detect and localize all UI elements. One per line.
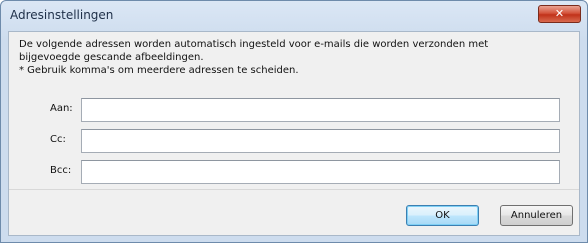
bcc-label: Bcc: — [50, 165, 72, 176]
bcc-input[interactable] — [81, 160, 560, 184]
description-text: De volgende adressen worden automatisch … — [19, 38, 564, 77]
bcc-field-row: Bcc: — [9, 160, 581, 184]
to-label: Aan: — [50, 103, 73, 114]
cc-field-row: Cc: — [9, 129, 581, 153]
separator — [9, 189, 579, 190]
cancel-button[interactable]: Annuleren — [500, 205, 573, 226]
cc-input[interactable] — [81, 129, 560, 153]
ok-button[interactable]: OK — [406, 205, 479, 226]
to-input[interactable] — [81, 98, 560, 122]
cc-label: Cc: — [50, 134, 66, 145]
description-note: * Gebruik komma's om meerdere adressen t… — [19, 65, 299, 76]
close-button[interactable]: ✕ — [538, 5, 581, 23]
description-line-2: bijgevoegde gescande afbeeldingen. — [19, 52, 204, 63]
window-title: Adresinstellingen — [10, 8, 114, 22]
dialog-window: Adresinstellingen ✕ De volgende adressen… — [0, 0, 588, 243]
dialog-content: De volgende adressen worden automatisch … — [8, 31, 580, 236]
title-bar[interactable]: Adresinstellingen ✕ — [1, 1, 587, 31]
to-field-row: Aan: — [9, 98, 581, 122]
close-icon: ✕ — [554, 7, 565, 20]
description-line-1: De volgende adressen worden automatisch … — [19, 39, 489, 50]
